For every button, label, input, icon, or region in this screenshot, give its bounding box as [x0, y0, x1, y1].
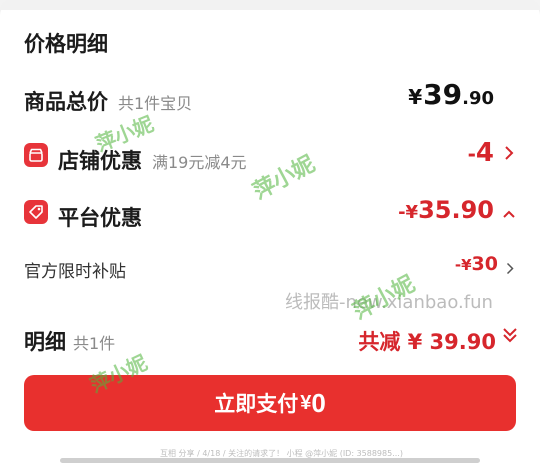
currency-symbol: ¥ — [405, 202, 419, 223]
platform-discount-amount[interactable]: -¥35.90 — [398, 196, 494, 224]
pay-button-amount: 0 — [311, 387, 326, 418]
currency-symbol: ¥ — [300, 391, 312, 414]
currency-symbol: ¥ — [461, 256, 472, 274]
official-subsidy-value: 30 — [471, 253, 498, 275]
currency-symbol: ¥ — [408, 85, 423, 109]
store-icon — [24, 143, 48, 167]
logo-watermark: 萍小妮 — [348, 270, 420, 325]
minus-sign: - — [398, 202, 406, 223]
chevron-up-icon[interactable] — [502, 204, 516, 223]
price-decimal: .90 — [462, 88, 494, 109]
goods-total-price: ¥39.90 — [408, 78, 494, 111]
double-chevron-down-icon[interactable] — [502, 326, 518, 344]
chevron-right-icon[interactable] — [506, 259, 514, 280]
logo-watermark: 萍小妮 — [248, 150, 320, 205]
platform-discount-value: 35.90 — [418, 196, 494, 224]
tag-icon — [24, 200, 48, 224]
detail-sub: 共1件 — [73, 334, 116, 353]
detail-label: 明细 — [24, 330, 66, 354]
official-subsidy-amount[interactable]: -¥30 — [455, 253, 498, 275]
home-indicator[interactable] — [60, 458, 480, 463]
section-title: 价格明细 — [24, 32, 108, 56]
goods-total-sub: 共1件宝贝 — [118, 94, 193, 113]
platform-discount-label: 平台优惠 — [58, 206, 142, 230]
goods-total-label: 商品总价 — [24, 90, 108, 114]
price-detail-sheet: 价格明细 商品总价 共1件宝贝 ¥39.90 店铺优惠 满19元减4元 -4 平… — [0, 0, 540, 466]
store-discount-sub: 满19元减4元 — [152, 153, 247, 172]
minus-sign: - — [467, 142, 476, 166]
price-integer: 39 — [423, 78, 463, 111]
store-discount-value: 4 — [475, 138, 494, 168]
official-subsidy-label: 官方限时补贴 — [24, 262, 126, 282]
pay-button-label: 立即支付 — [214, 393, 299, 416]
chevron-right-icon[interactable] — [504, 145, 514, 166]
total-reduce-text[interactable]: 共减 ¥ 39.90 — [358, 326, 496, 356]
store-discount-amount[interactable]: -4 — [468, 138, 494, 168]
sheet-top-strip — [0, 0, 540, 10]
